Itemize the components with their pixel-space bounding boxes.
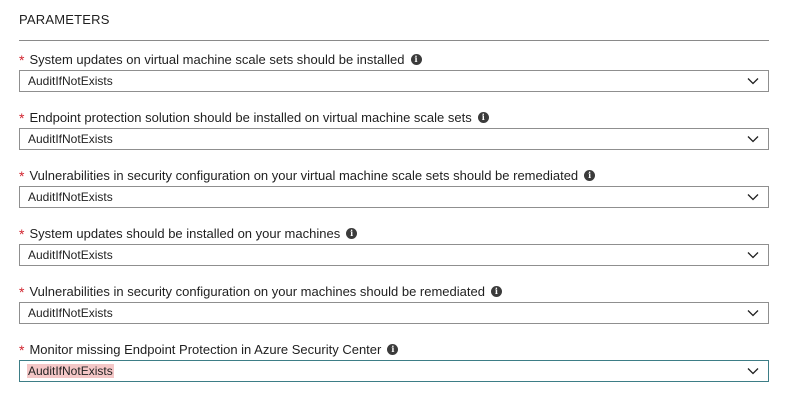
parameter-system-updates-machines: * System updates should be installed on … (19, 223, 769, 266)
chevron-down-icon (747, 310, 759, 317)
parameter-label-row: * Monitor missing Endpoint Protection in… (19, 339, 769, 359)
info-icon[interactable]: i (490, 285, 502, 297)
effect-dropdown[interactable]: AuditIfNotExists (19, 186, 769, 208)
effect-dropdown[interactable]: AuditIfNotExists (19, 70, 769, 92)
parameter-vulnerabilities-machines: * Vulnerabilities in security configurat… (19, 281, 769, 324)
parameter-label: System updates should be installed on yo… (29, 225, 341, 241)
parameter-label: Monitor missing Endpoint Protection in A… (29, 341, 382, 357)
info-icon[interactable]: i (410, 53, 422, 65)
info-icon[interactable]: i (387, 343, 399, 355)
required-indicator: * (19, 342, 25, 358)
parameter-label-row: * Vulnerabilities in security configurat… (19, 165, 769, 185)
parameter-system-updates-vmss: * System updates on virtual machine scal… (19, 49, 769, 92)
parameter-label: Vulnerabilities in security configuratio… (29, 167, 579, 183)
chevron-down-icon (747, 252, 759, 259)
parameter-label: Endpoint protection solution should be i… (29, 109, 472, 125)
parameter-vulnerabilities-vmss: * Vulnerabilities in security configurat… (19, 165, 769, 208)
effect-dropdown-focused[interactable]: AuditIfNotExists (19, 360, 769, 382)
required-indicator: * (19, 110, 25, 126)
chevron-down-icon (747, 78, 759, 85)
chevron-down-icon (747, 136, 759, 143)
parameter-label-row: * Vulnerabilities in security configurat… (19, 281, 769, 301)
chevron-down-icon (747, 194, 759, 201)
parameter-label-row: * System updates on virtual machine scal… (19, 49, 769, 69)
effect-dropdown[interactable]: AuditIfNotExists (19, 302, 769, 324)
parameter-label: System updates on virtual machine scale … (29, 51, 405, 67)
parameter-label: Vulnerabilities in security configuratio… (29, 283, 485, 299)
parameter-label-row: * System updates should be installed on … (19, 223, 769, 243)
required-indicator: * (19, 284, 25, 300)
dropdown-selected-value: AuditIfNotExists (28, 190, 113, 204)
effect-dropdown[interactable]: AuditIfNotExists (19, 244, 769, 266)
dropdown-selected-value: AuditIfNotExists (27, 364, 114, 378)
section-divider (19, 40, 769, 41)
required-indicator: * (19, 226, 25, 242)
section-title: PARAMETERS (19, 12, 110, 27)
effect-dropdown[interactable]: AuditIfNotExists (19, 128, 769, 150)
dropdown-selected-value: AuditIfNotExists (28, 306, 113, 320)
chevron-down-icon (747, 368, 759, 375)
dropdown-selected-value: AuditIfNotExists (28, 132, 113, 146)
required-indicator: * (19, 52, 25, 68)
dropdown-selected-value: AuditIfNotExists (28, 74, 113, 88)
info-icon[interactable]: i (477, 111, 489, 123)
required-indicator: * (19, 168, 25, 184)
info-icon[interactable]: i (346, 227, 358, 239)
parameter-monitor-endpoint-protection: * Monitor missing Endpoint Protection in… (19, 339, 769, 382)
dropdown-selected-value: AuditIfNotExists (28, 248, 113, 262)
parameter-endpoint-protection-vmss: * Endpoint protection solution should be… (19, 107, 769, 150)
parameter-label-row: * Endpoint protection solution should be… (19, 107, 769, 127)
info-icon[interactable]: i (584, 169, 596, 181)
